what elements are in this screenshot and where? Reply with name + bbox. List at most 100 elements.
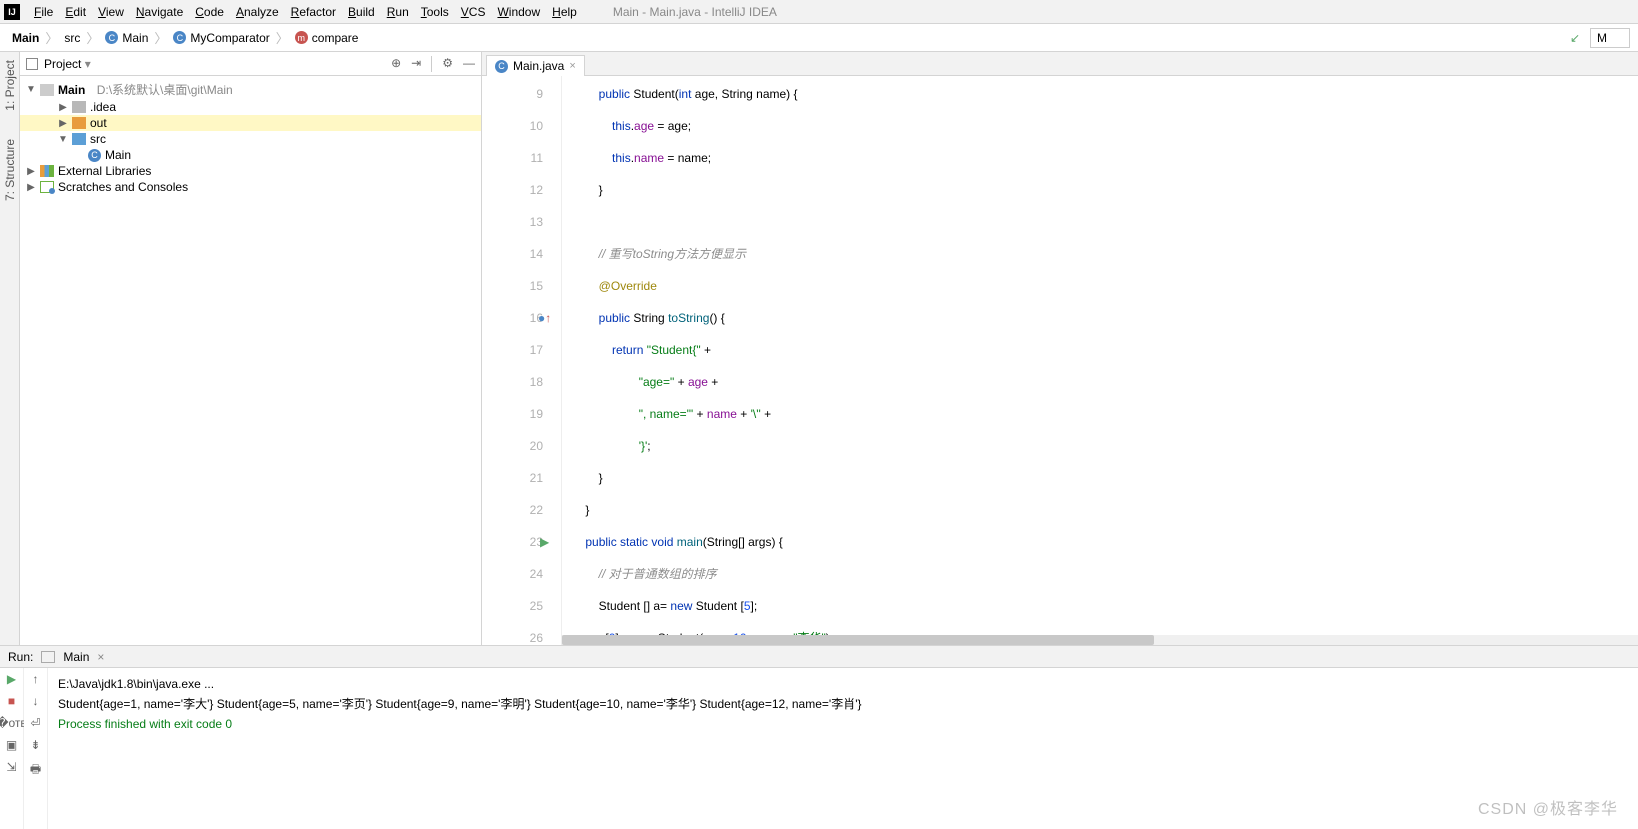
tree-item-label: .idea bbox=[90, 100, 116, 114]
console-line: Process finished with exit code 0 bbox=[58, 714, 1628, 734]
breadcrumb-src[interactable]: src bbox=[60, 29, 84, 47]
menu-bar: IJ FileEditViewNavigateCodeAnalyzeRefact… bbox=[0, 0, 1638, 24]
menu-window[interactable]: Window bbox=[491, 3, 546, 21]
menu-view[interactable]: View bbox=[92, 3, 130, 21]
menu-tools[interactable]: Tools bbox=[415, 3, 455, 21]
soft-wrap-icon[interactable]: ⏎ bbox=[30, 716, 40, 730]
tree-root-label: Main bbox=[58, 83, 85, 97]
tree-item-label: Scratches and Consoles bbox=[58, 180, 188, 194]
console-output[interactable]: E:\Java\jdk1.8\bin\java.exe ...Student{a… bbox=[48, 668, 1638, 829]
gear-icon[interactable]: ⚙ bbox=[442, 56, 453, 72]
menu-help[interactable]: Help bbox=[546, 3, 583, 21]
tree-item-label: src bbox=[90, 132, 106, 146]
tab-label: Main.java bbox=[513, 59, 564, 73]
editor-h-scrollbar[interactable] bbox=[562, 635, 1638, 645]
run-header: Run: Main × bbox=[0, 646, 1638, 668]
up-icon[interactable]: ↑ bbox=[33, 672, 39, 686]
tree-item-.idea[interactable]: ▶.idea bbox=[20, 99, 481, 115]
tool-tab-structure[interactable]: 7: Structure bbox=[1, 135, 19, 205]
back-forward-icon[interactable]: ↙ bbox=[1570, 31, 1580, 45]
search-box[interactable]: M bbox=[1590, 28, 1630, 48]
intellij-logo-icon: IJ bbox=[4, 4, 20, 20]
print-icon[interactable]: 🖶 bbox=[30, 760, 41, 781]
line-gutter[interactable]: 910111213141516●↑17181920212223▶242526 bbox=[482, 76, 562, 645]
class-icon: C bbox=[495, 60, 508, 73]
run-config-name: Main bbox=[63, 650, 89, 664]
run-side-toolbar-1: ▶ ■ �отв ▣ ⇲ bbox=[0, 668, 24, 829]
editor-area: C Main.java × 910111213141516●↑171819202… bbox=[482, 52, 1638, 645]
menu-code[interactable]: Code bbox=[189, 3, 230, 21]
src-folder-icon bbox=[72, 133, 86, 145]
editor-tabs: C Main.java × bbox=[482, 52, 1638, 76]
scrollbar-thumb[interactable] bbox=[562, 635, 1154, 645]
exit-icon[interactable]: �отв bbox=[0, 716, 27, 730]
tree-item-label: Main bbox=[105, 148, 131, 162]
project-tree[interactable]: ▼ Main D:\系统默认\桌面\git\Main ▶.idea▶out▼sr… bbox=[20, 76, 481, 645]
menu-refactor[interactable]: Refactor bbox=[285, 3, 342, 21]
close-icon[interactable]: × bbox=[97, 650, 104, 664]
libraries-icon bbox=[40, 165, 54, 177]
override-gutter-icon[interactable]: ●↑ bbox=[538, 302, 551, 336]
left-tool-strip: 1: Project 7: Structure bbox=[0, 52, 20, 645]
tree-item-out[interactable]: ▶out bbox=[20, 115, 481, 131]
watermark: CSDN @极客李华 bbox=[1478, 795, 1618, 819]
method-icon: m bbox=[295, 31, 308, 44]
collapse-icon[interactable]: ⇥ bbox=[411, 56, 421, 72]
folder-icon bbox=[72, 117, 86, 129]
project-view-icon[interactable] bbox=[26, 58, 38, 70]
hide-icon[interactable]: — bbox=[463, 56, 475, 72]
run-side-toolbar-2: ↑ ↓ ⏎ ⇟ 🖶 bbox=[24, 668, 48, 829]
class-icon: C bbox=[173, 31, 186, 44]
window-title: Main - Main.java - IntelliJ IDEA bbox=[613, 5, 777, 19]
navigation-bar: Main〉src〉CMain〉CMyComparator〉mcompare ↙ … bbox=[0, 24, 1638, 52]
menu-edit[interactable]: Edit bbox=[59, 3, 92, 21]
console-line: Student{age=1, name='李大'} Student{age=5,… bbox=[58, 694, 1628, 714]
console-line: E:\Java\jdk1.8\bin\java.exe ... bbox=[58, 674, 1628, 694]
breadcrumb-mycomparator[interactable]: CMyComparator bbox=[169, 29, 273, 47]
code-editor[interactable]: 910111213141516●↑17181920212223▶242526 p… bbox=[482, 76, 1638, 645]
folder-icon bbox=[72, 101, 86, 113]
menu-file[interactable]: File bbox=[28, 3, 59, 21]
editor-tab-main[interactable]: C Main.java × bbox=[486, 55, 585, 76]
run-config-icon bbox=[41, 651, 55, 663]
project-panel-header: Project ▾ ⊕ ⇥ ⚙ — bbox=[20, 52, 481, 76]
menu-navigate[interactable]: Navigate bbox=[130, 3, 189, 21]
tree-item-scratches-and-consoles[interactable]: ▶Scratches and Consoles bbox=[20, 179, 481, 195]
run-title: Run: bbox=[8, 650, 33, 664]
menu-items: FileEditViewNavigateCodeAnalyzeRefactorB… bbox=[28, 3, 583, 21]
rerun-icon[interactable]: ▶ bbox=[7, 672, 16, 686]
locate-icon[interactable]: ⊕ bbox=[391, 56, 401, 72]
tree-root-path: D:\系统默认\桌面\git\Main bbox=[97, 81, 233, 98]
tool-tab-project[interactable]: 1: Project bbox=[1, 56, 19, 115]
tree-item-label: External Libraries bbox=[58, 164, 151, 178]
menu-vcs[interactable]: VCS bbox=[455, 3, 492, 21]
tree-item-src[interactable]: ▼src bbox=[20, 131, 481, 147]
menu-analyze[interactable]: Analyze bbox=[230, 3, 285, 21]
search-text: M bbox=[1597, 31, 1607, 45]
breadcrumb-main[interactable]: Main bbox=[8, 29, 43, 47]
layout-icon[interactable]: ▣ bbox=[6, 738, 17, 752]
close-icon[interactable]: × bbox=[569, 60, 575, 72]
project-panel-title: Project ▾ bbox=[44, 57, 385, 71]
scratches-icon bbox=[40, 181, 54, 193]
tree-item-external-libraries[interactable]: ▶External Libraries bbox=[20, 163, 481, 179]
main-area: 1: Project 7: Structure Project ▾ ⊕ ⇥ ⚙ … bbox=[0, 52, 1638, 645]
menu-build[interactable]: Build bbox=[342, 3, 381, 21]
stop-icon[interactable]: ■ bbox=[8, 694, 15, 708]
breadcrumb-compare[interactable]: mcompare bbox=[291, 29, 363, 47]
run-gutter-icon[interactable]: ▶ bbox=[540, 526, 549, 558]
tree-item-label: out bbox=[90, 116, 107, 130]
tree-root[interactable]: ▼ Main D:\系统默认\桌面\git\Main bbox=[20, 80, 481, 99]
down-icon[interactable]: ↓ bbox=[33, 694, 39, 708]
run-tool-window: Run: Main × ▶ ■ �отв ▣ ⇲ ↑ ↓ ⏎ ⇟ 🖶 E:\Ja… bbox=[0, 645, 1638, 829]
pin-icon[interactable]: ⇲ bbox=[6, 760, 16, 774]
breadcrumb-main[interactable]: CMain bbox=[101, 29, 152, 47]
menu-run[interactable]: Run bbox=[381, 3, 415, 21]
breadcrumb: Main〉src〉CMain〉CMyComparator〉mcompare bbox=[8, 28, 362, 47]
tree-item-main[interactable]: CMain bbox=[20, 147, 481, 163]
project-panel: Project ▾ ⊕ ⇥ ⚙ — ▼ Main D:\系统默认\桌面\git\… bbox=[20, 52, 482, 645]
class-icon: C bbox=[105, 31, 118, 44]
code-content[interactable]: public Student(int age, String name) { t… bbox=[562, 76, 1638, 645]
nav-toolbar: ↙ M bbox=[1570, 28, 1630, 48]
scroll-icon[interactable]: ⇟ bbox=[30, 738, 40, 752]
